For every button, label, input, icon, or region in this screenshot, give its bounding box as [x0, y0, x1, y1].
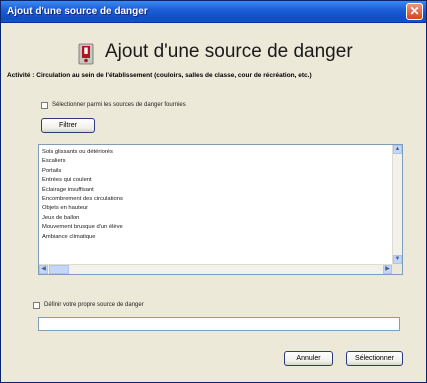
- activity-description: Activité : Circulation au sein de l'étab…: [7, 72, 312, 79]
- filter-button[interactable]: Filtrer: [41, 118, 95, 133]
- scroll-corner: [392, 264, 402, 274]
- list-item[interactable]: Mouvement brusque d'un élève: [42, 223, 392, 232]
- list-item[interactable]: Jeux de ballon: [42, 214, 392, 223]
- cancel-button[interactable]: Annuler: [284, 351, 333, 366]
- list-item[interactable]: Escaliers: [42, 157, 392, 166]
- warning-sign-icon: [78, 43, 94, 65]
- select-button[interactable]: Sélectionner: [346, 351, 403, 366]
- list-item[interactable]: Sols glissants ou détériorés: [42, 148, 392, 157]
- scroll-up-icon[interactable]: ▲: [393, 145, 402, 154]
- window-title: Ajout d'une source de danger: [7, 6, 148, 17]
- scroll-left-icon[interactable]: ◀: [39, 265, 48, 274]
- custom-source-checkbox[interactable]: [33, 302, 40, 309]
- title-bar[interactable]: Ajout d'une source de danger ✕: [1, 1, 426, 23]
- select-provided-sources-checkbox[interactable]: [41, 102, 48, 109]
- custom-source-input[interactable]: [38, 317, 400, 331]
- danger-source-list[interactable]: Sols glissants ou détériorés Escaliers P…: [38, 144, 403, 275]
- select-provided-sources-label: Sélectionner parmi les sources de danger…: [52, 102, 186, 108]
- list-item[interactable]: Entrées qui coulent: [42, 176, 392, 185]
- custom-source-label: Définir votre propre source de danger: [44, 302, 144, 308]
- list-item[interactable]: Éclairage insuffisant: [42, 186, 392, 195]
- list-items: Sols glissants ou détériorés Escaliers P…: [42, 148, 392, 242]
- page-title: Ajout d'une source de danger: [105, 41, 353, 62]
- list-item[interactable]: Ambiance climatique: [42, 233, 392, 242]
- list-item[interactable]: Encombrement des circulations: [42, 195, 392, 204]
- vertical-scrollbar[interactable]: ▲ ▼: [392, 145, 402, 264]
- scroll-right-icon[interactable]: ▶: [383, 265, 392, 274]
- scroll-thumb[interactable]: [49, 265, 69, 274]
- list-item[interactable]: Portails: [42, 167, 392, 176]
- close-button[interactable]: ✕: [406, 3, 423, 20]
- scroll-down-icon[interactable]: ▼: [393, 255, 402, 264]
- list-item[interactable]: Objets en hauteur: [42, 204, 392, 213]
- horizontal-scrollbar[interactable]: ◀ ▶: [39, 264, 392, 274]
- dialog-window: Ajout d'une source de danger ✕ Ajout d'u…: [0, 0, 427, 383]
